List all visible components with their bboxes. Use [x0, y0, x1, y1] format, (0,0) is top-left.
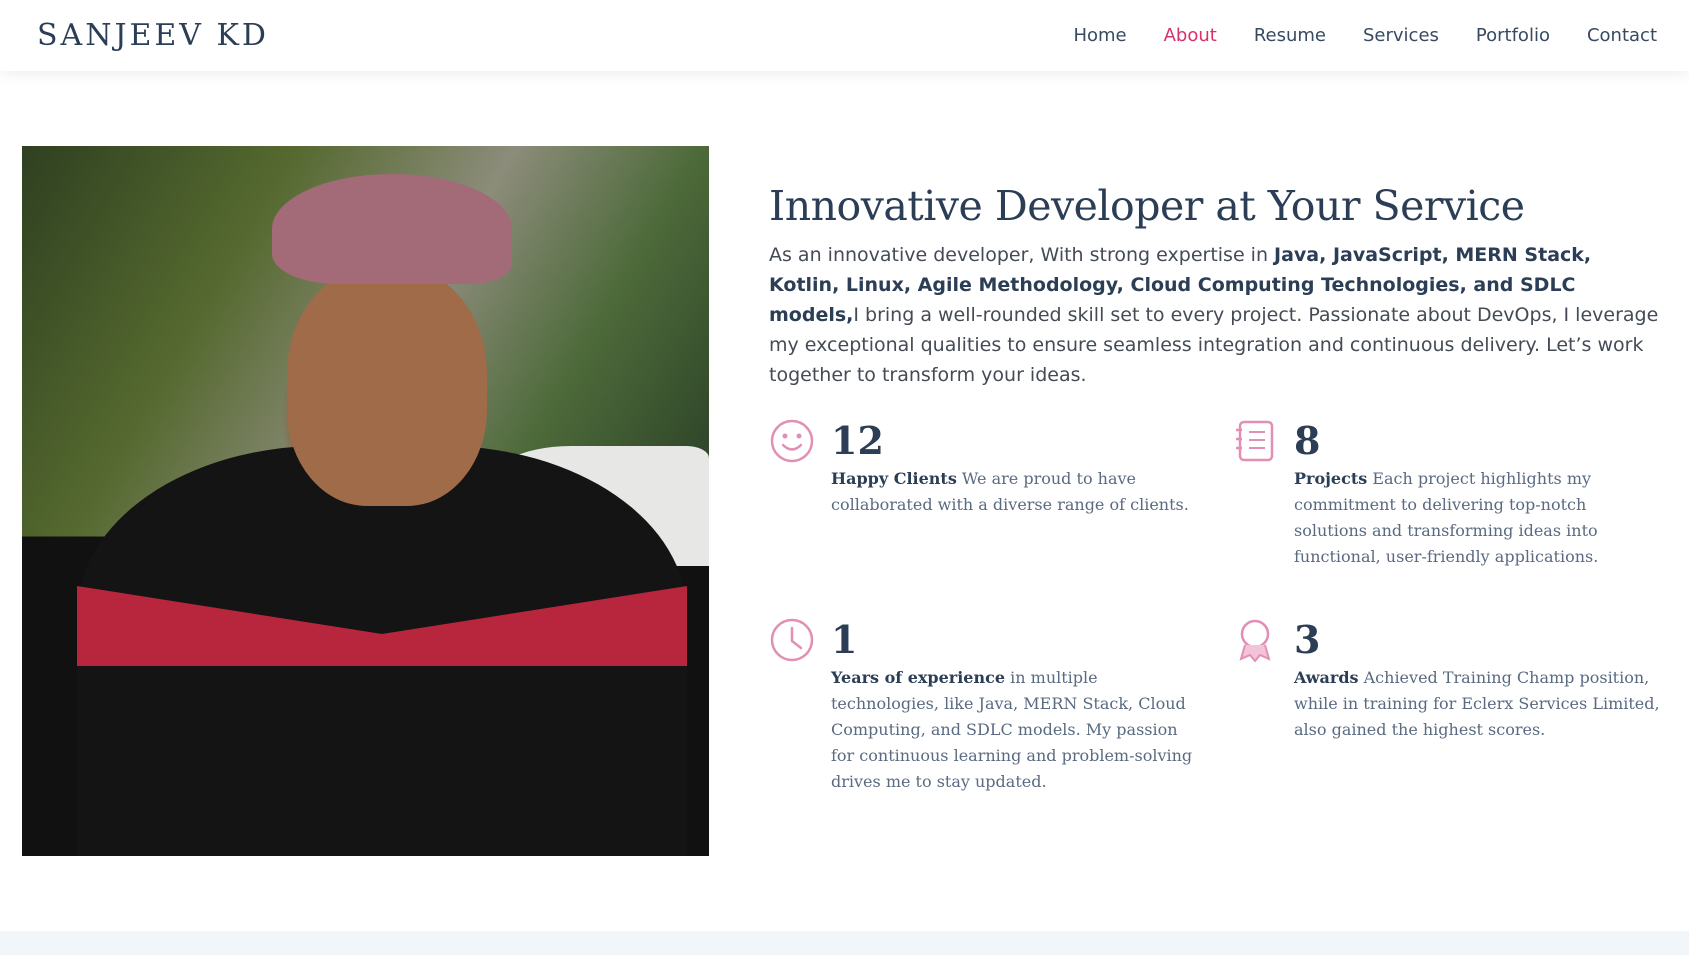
stat-description: Years of experience in multiple technolo… — [831, 665, 1201, 795]
award-icon — [1239, 619, 1271, 663]
about-intro: As an innovative developer, With strong … — [769, 240, 1665, 390]
stat-body: 1 Years of experience in multiple techno… — [831, 617, 1201, 795]
clock-icon — [770, 618, 814, 662]
photo-face — [287, 266, 487, 506]
next-section-band — [0, 931, 1689, 955]
stat-title: Projects — [1294, 469, 1368, 488]
stat-number: 1 — [831, 617, 858, 662]
stats-grid: 12 Happy Clients We are proud to have co… — [769, 418, 1665, 818]
main-nav: Home About Resume Services Portfolio Con… — [1073, 25, 1657, 46]
intro-text-start: As an innovative developer, With strong … — [769, 244, 1275, 266]
nav-item-resume[interactable]: Resume — [1254, 25, 1326, 46]
stat-title: Years of experience — [831, 668, 1006, 687]
smiley-icon — [770, 419, 814, 463]
about-section: Innovative Developer at Your Service As … — [769, 182, 1665, 390]
stat-number: 8 — [1294, 418, 1321, 463]
stat-description: Awards Achieved Training Champ position,… — [1294, 665, 1664, 743]
journal-icon — [1236, 420, 1274, 462]
photo-cap — [272, 174, 512, 284]
nav-item-portfolio[interactable]: Portfolio — [1476, 25, 1550, 46]
nav-item-home[interactable]: Home — [1073, 25, 1126, 46]
stat-body: 8 Projects Each project highlights my co… — [1294, 418, 1664, 570]
nav-item-contact[interactable]: Contact — [1587, 25, 1657, 46]
stat-body: 12 Happy Clients We are proud to have co… — [831, 418, 1201, 518]
stat-description: Projects Each project highlights my comm… — [1294, 466, 1664, 570]
stat-title: Awards — [1294, 668, 1359, 687]
intro-text-end: I bring a well-rounded skill set to ever… — [769, 304, 1659, 386]
stat-number: 12 — [831, 418, 884, 463]
stat-body: 3 Awards Achieved Training Champ positio… — [1294, 617, 1664, 743]
nav-item-services[interactable]: Services — [1363, 25, 1439, 46]
stat-title: Happy Clients — [831, 469, 957, 488]
site-logo[interactable]: SANJEEV KD — [37, 18, 269, 53]
stat-description: Happy Clients We are proud to have colla… — [831, 466, 1201, 518]
nav-item-about[interactable]: About — [1164, 25, 1217, 46]
profile-photo — [22, 146, 709, 856]
site-header: SANJEEV KD Home About Resume Services Po… — [0, 0, 1689, 71]
about-heading: Innovative Developer at Your Service — [769, 182, 1525, 230]
stat-number: 3 — [1294, 617, 1321, 662]
